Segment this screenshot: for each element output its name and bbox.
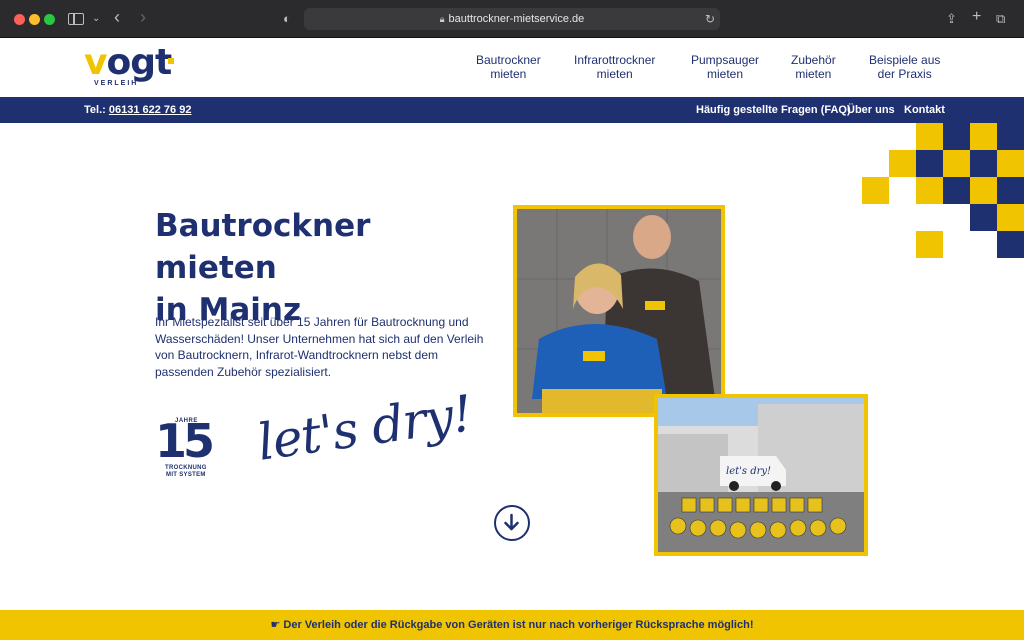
15-years-badge: 15 JAHRE TROCKNUNG MIT SYSTEM (155, 414, 215, 482)
nav-label-line2: mieten (795, 67, 832, 81)
deco-square (970, 204, 997, 231)
deco-square (997, 204, 1024, 231)
badge-number: 15 (155, 414, 215, 468)
deco-square (970, 123, 997, 150)
badge-line1: TROCKNUNG (165, 465, 207, 471)
forward-icon[interactable]: › (140, 7, 146, 27)
van-equipment-photo: let's dry! (654, 394, 868, 556)
sidebar-toggle-icon[interactable] (68, 13, 84, 25)
nav-label-line1: Bautrockner (476, 53, 541, 67)
nav-label-line2: der Praxis (877, 67, 932, 81)
deco-square (970, 177, 997, 204)
faq-link[interactable]: Häufig gestellte Fragen (FAQ) (696, 97, 851, 123)
notice-banner: ☛ Der Verleih oder die Rückgabe von Gerä… (0, 610, 1024, 640)
van-photo-illustration: let's dry! (658, 398, 864, 552)
address-bar[interactable]: 🔒︎ bauttrockner-mietservice.de (304, 8, 720, 30)
deco-square (970, 150, 997, 177)
svg-text:let's dry!: let's dry! (726, 466, 771, 477)
browser-toolbar: ⌄ ‹ › ◐ 🔒︎ bauttrockner-mietservice.de ↻ … (0, 0, 1024, 38)
tab-overview-icon[interactable]: ⧉ (996, 9, 1005, 29)
close-window-button[interactable] (14, 14, 25, 25)
chevron-down-icon[interactable]: ⌄ (92, 9, 100, 29)
nav-beispiele[interactable]: Beispiele aus der Praxis (869, 53, 940, 81)
nav-label-line1: Infrarottrockner (574, 53, 656, 67)
badge-years-label: JAHRE (175, 418, 198, 424)
deco-square (997, 177, 1024, 204)
reload-icon[interactable]: ↻ (705, 9, 715, 29)
deco-square (916, 150, 943, 177)
lock-icon: 🔒︎ (439, 14, 445, 24)
pointing-hand-icon: ☛ (270, 619, 284, 631)
nav-label-line1: Zubehör (791, 53, 836, 67)
phone-number-link[interactable]: 06131 622 76 92 (109, 104, 192, 116)
team-photo-illustration (517, 209, 721, 413)
phone-label: Tel.: (84, 104, 106, 116)
arrow-down-icon (504, 513, 519, 531)
deco-square (916, 123, 943, 150)
nav-bautrockner[interactable]: Bautrockner mieten (476, 53, 541, 81)
nav-label-line1: Beispiele aus (869, 53, 941, 67)
contact-link[interactable]: Kontakt (904, 97, 945, 123)
minimize-window-button[interactable] (29, 14, 40, 25)
nav-label-line2: mieten (596, 67, 633, 81)
scroll-down-button[interactable] (494, 505, 530, 541)
nav-zubehoer[interactable]: Zubehör mieten (791, 53, 836, 81)
back-icon[interactable]: ‹ (114, 7, 120, 27)
nav-pumpsauger[interactable]: Pumpsauger mieten (691, 53, 759, 81)
zoom-window-button[interactable] (44, 14, 55, 25)
deco-square (943, 177, 970, 204)
deco-square (997, 231, 1024, 258)
deco-square (943, 123, 970, 150)
title-line1: Bautrockner mieten (155, 208, 371, 286)
url-text: bauttrockner-mietservice.de (448, 13, 585, 25)
privacy-shield-icon[interactable]: ◐ (283, 9, 291, 29)
badge-line2: MIT SYSTEM (166, 472, 206, 478)
deco-square (997, 123, 1024, 150)
nav-label-line2: mieten (490, 67, 527, 81)
share-icon[interactable]: ⇪ (946, 9, 957, 29)
slogan-lets-dry: let's dry! (253, 384, 476, 472)
logo-subtitle: VERLEIH (94, 80, 139, 87)
deco-square (943, 150, 970, 177)
logo-wordmark: vogt (84, 42, 172, 83)
nav-label-line1: Pumpsauger (691, 53, 760, 67)
top-info-bar: Tel.: 06131 622 76 92 Häufig gestellte F… (0, 97, 1024, 123)
deco-square (889, 150, 916, 177)
badge-subtitle: TROCKNUNG MIT SYSTEM (165, 465, 207, 479)
notice-text: Der Verleih oder die Rückgabe von Geräte… (283, 619, 754, 631)
vogt-logo[interactable]: vogt VERLEIH (84, 42, 176, 90)
deco-square (916, 177, 943, 204)
nav-infrarottrockner[interactable]: Infrarottrockner mieten (574, 53, 655, 81)
team-photo (513, 205, 725, 417)
nav-label-line2: mieten (707, 67, 744, 81)
deco-square (916, 231, 943, 258)
phone-contact[interactable]: Tel.: 06131 622 76 92 (84, 97, 191, 123)
deco-square (997, 150, 1024, 177)
about-link[interactable]: Über uns (847, 97, 895, 123)
deco-square (862, 177, 889, 204)
hero-description: Ihr Mietspezialist seit über 15 Jahren f… (155, 315, 484, 379)
logo-dot (168, 58, 174, 64)
page-title: Bautrockner mieten in Mainz (155, 205, 495, 331)
new-tab-icon[interactable]: + (972, 7, 981, 27)
